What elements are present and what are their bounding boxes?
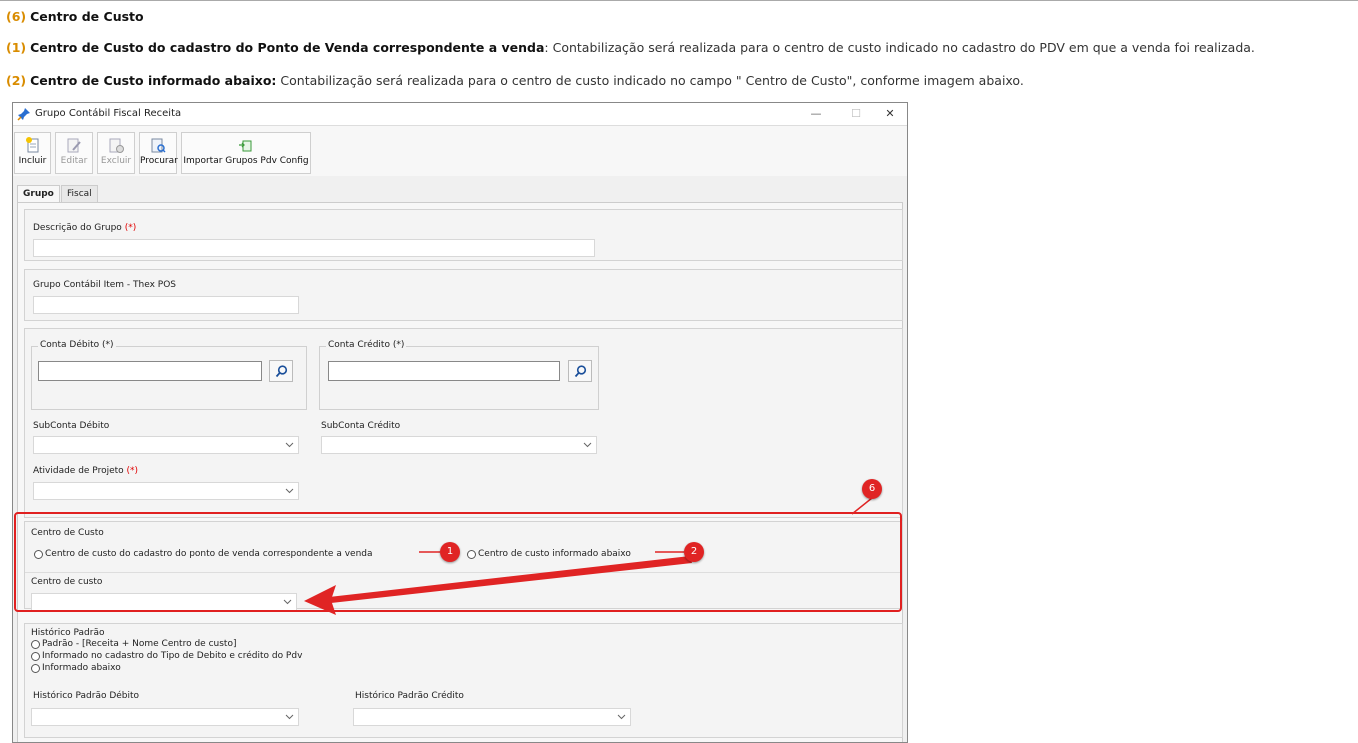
incluir-label: Incluir xyxy=(18,156,47,166)
conta-debito-label: Conta Débito (*) xyxy=(38,340,116,350)
hist-debito-select[interactable] xyxy=(31,708,299,726)
historico-group-label: Histórico Padrão xyxy=(31,628,105,638)
conta-debito-input[interactable] xyxy=(38,361,262,381)
chevron-down-icon xyxy=(285,442,294,448)
historico-panel: Histórico Padrão Padrão - [Receita + Nom… xyxy=(24,623,903,738)
grupo-item-input[interactable] xyxy=(33,296,299,314)
subconta-debito-label: SubConta Débito xyxy=(33,421,110,431)
doc-heading: (6) Centro de Custo xyxy=(6,9,144,24)
window-title: Grupo Contábil Fiscal Receita xyxy=(35,108,182,119)
hist-debito-label: Histórico Padrão Débito xyxy=(33,691,140,701)
required-mark: (*) xyxy=(126,466,139,476)
edit-icon xyxy=(67,138,81,153)
doc-item-2: (2) Centro de Custo informado abaixo: Co… xyxy=(6,73,1024,88)
descricao-panel: Descrição do Grupo (*) xyxy=(24,209,903,261)
excluir-label: Excluir xyxy=(100,156,132,166)
editar-label: Editar xyxy=(60,156,88,166)
descricao-input[interactable] xyxy=(33,239,595,257)
annotation-badge-6: 6 xyxy=(862,479,882,499)
highlight-box xyxy=(14,512,902,612)
import-icon xyxy=(239,140,252,152)
item2-bold: Centro de Custo informado abaixo: xyxy=(30,73,277,88)
item1-number: (1) xyxy=(6,40,27,55)
grupo-item-panel: Grupo Contábil Item - Thex POS xyxy=(24,269,903,321)
hist-credito-select[interactable] xyxy=(353,708,631,726)
required-mark: (*) xyxy=(124,223,137,233)
atividade-select[interactable] xyxy=(33,482,299,500)
delete-document-icon xyxy=(109,138,124,153)
hist-opt2-label: Informado no cadastro do Tipo de Debito … xyxy=(42,651,303,661)
chevron-down-icon xyxy=(285,488,294,494)
procurar-label: Procurar xyxy=(140,156,178,166)
heading-number: (6) xyxy=(6,9,27,24)
radio-historico-informado[interactable]: Informado abaixo xyxy=(31,663,121,673)
maximize-button[interactable]: ☐ xyxy=(841,105,871,123)
item2-number: (2) xyxy=(6,73,27,88)
minimize-button[interactable]: — xyxy=(801,105,831,123)
editar-button[interactable]: Editar xyxy=(55,132,93,174)
conta-debito-group: Conta Débito (*) xyxy=(31,340,307,410)
radio-circle[interactable] xyxy=(31,651,40,661)
importar-button[interactable]: Importar Grupos Pdv Config xyxy=(181,132,311,174)
item2-text: Contabilização será realizada para o cen… xyxy=(276,73,1024,88)
item1-text: : Contabilização será realizada para o c… xyxy=(544,40,1255,55)
contas-panel: Conta Débito (*) Conta Crédito (*) SubCo… xyxy=(24,328,903,518)
grupo-item-label: Grupo Contábil Item - Thex POS xyxy=(33,280,177,290)
conta-credito-group: Conta Crédito (*) xyxy=(319,340,599,410)
toolbar: Incluir Editar Excluir Procurar Importar… xyxy=(13,126,907,176)
subconta-credito-label: SubConta Crédito xyxy=(321,421,401,431)
conta-credito-label: Conta Crédito (*) xyxy=(326,340,407,350)
search-icon xyxy=(574,365,587,378)
hist-credito-label: Histórico Padrão Crédito xyxy=(355,691,464,701)
search-icon xyxy=(275,365,288,378)
hist-opt1-label: Padrão - [Receita + Nome Centro de custo… xyxy=(42,639,237,649)
chevron-down-icon xyxy=(617,714,626,720)
hist-opt3-label: Informado abaixo xyxy=(42,663,121,673)
descricao-label-text: Descrição do Grupo xyxy=(33,223,122,233)
radio-historico-tipo[interactable]: Informado no cadastro do Tipo de Debito … xyxy=(31,651,302,661)
radio-circle[interactable] xyxy=(31,663,40,673)
chevron-down-icon xyxy=(583,442,592,448)
title-bar: Grupo Contábil Fiscal Receita — ☐ ✕ xyxy=(13,103,907,126)
incluir-button[interactable]: Incluir xyxy=(14,132,51,174)
conta-credito-input[interactable] xyxy=(328,361,560,381)
doc-item-1: (1) Centro de Custo do cadastro do Ponto… xyxy=(6,40,1255,55)
app-window: Grupo Contábil Fiscal Receita — ☐ ✕ Incl… xyxy=(12,102,908,743)
atividade-label: Atividade de Projeto (*) xyxy=(33,466,138,476)
item1-bold: Centro de Custo do cadastro do Ponto de … xyxy=(30,40,545,55)
excluir-button[interactable]: Excluir xyxy=(97,132,135,174)
descricao-label: Descrição do Grupo (*) xyxy=(33,223,136,233)
subconta-credito-select[interactable] xyxy=(321,436,597,454)
top-divider xyxy=(0,0,1358,1)
importar-label: Importar Grupos Pdv Config xyxy=(183,156,309,166)
atividade-label-text: Atividade de Projeto xyxy=(33,466,124,476)
subconta-debito-select[interactable] xyxy=(33,436,299,454)
close-button[interactable]: ✕ xyxy=(875,105,905,123)
search-document-icon xyxy=(151,138,166,153)
procurar-button[interactable]: Procurar xyxy=(139,132,178,174)
conta-credito-search-button[interactable] xyxy=(568,360,592,382)
tab-fiscal[interactable]: Fiscal xyxy=(61,185,98,203)
new-document-icon xyxy=(25,137,38,153)
chevron-down-icon xyxy=(285,714,294,720)
conta-debito-search-button[interactable] xyxy=(269,360,293,382)
radio-historico-padrao[interactable]: Padrão - [Receita + Nome Centro de custo… xyxy=(31,639,236,649)
heading-text: Centro de Custo xyxy=(30,9,144,24)
pin-icon xyxy=(17,108,30,121)
annotation-badge-1: 1 xyxy=(440,542,460,562)
annotation-badge-2: 2 xyxy=(684,542,704,562)
radio-circle[interactable] xyxy=(31,639,40,649)
